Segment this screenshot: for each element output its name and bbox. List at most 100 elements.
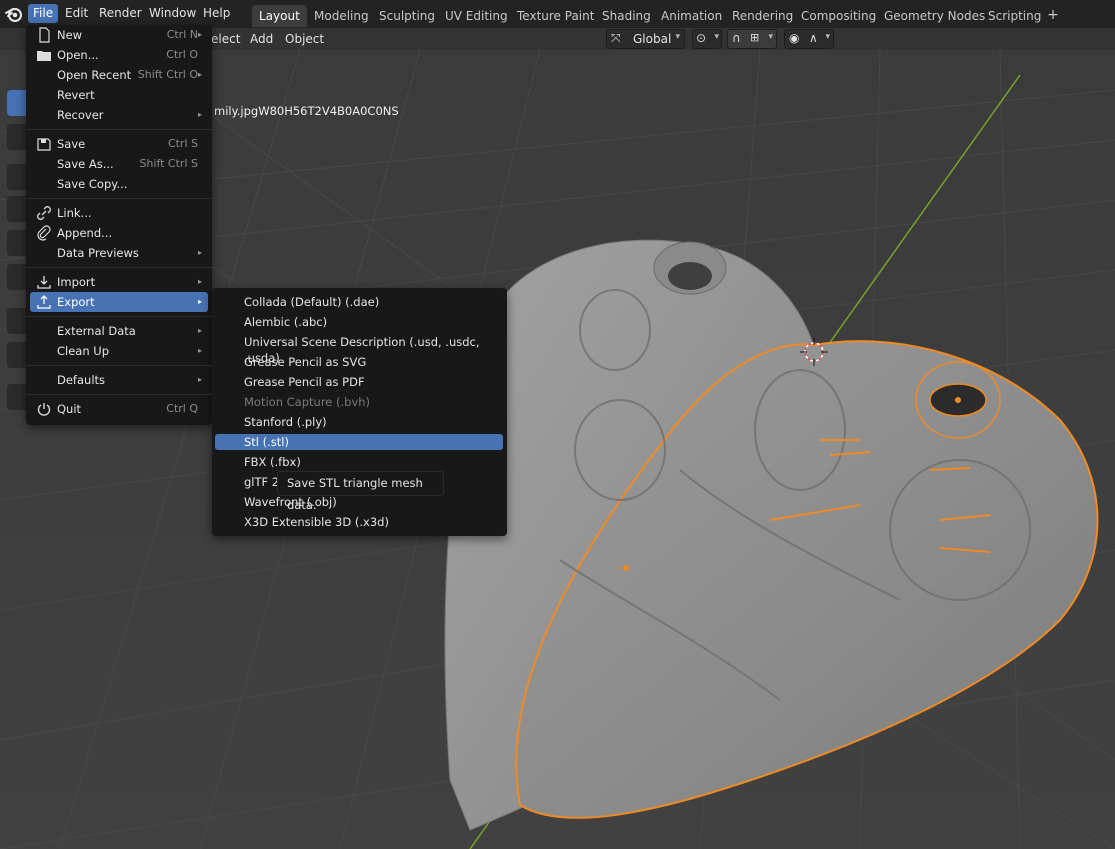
menu-help[interactable]: Help (198, 4, 235, 23)
tab-sculpting[interactable]: Sculpting (372, 5, 442, 27)
add-menu[interactable]: Add (246, 30, 277, 48)
item-label: Quit (57, 402, 82, 416)
tab-modeling[interactable]: Modeling (307, 5, 376, 27)
file-menu-open[interactable]: Open... Ctrl O (30, 45, 208, 65)
menu-file[interactable]: File (28, 4, 59, 23)
file-menu-link[interactable]: Link... (30, 203, 208, 223)
pivot-icon: ⊙ (696, 31, 707, 45)
tab-scripting[interactable]: Scripting (981, 5, 1048, 27)
menu-divider (26, 316, 212, 317)
file-menu-save[interactable]: Save Ctrl S (30, 134, 208, 154)
file-menu: New Ctrl N ▸ Open... Ctrl O Open Recent … (26, 25, 212, 425)
file-menu-open-recent[interactable]: Open Recent Shift Ctrl O ▸ (30, 65, 208, 85)
menu-edit[interactable]: Edit (60, 4, 93, 23)
object-origin-dot (955, 397, 961, 403)
new-file-icon (39, 27, 50, 43)
export-stanford-ply[interactable]: Stanford (.ply) (215, 414, 503, 430)
proportional-edit-toggle[interactable]: ◉ ∧ ▾ (784, 29, 834, 49)
top-bar: File Edit Render Window Help Layout Mode… (0, 0, 1115, 28)
chevron-down-icon: ▾ (714, 32, 719, 42)
file-menu-new[interactable]: New Ctrl N ▸ (30, 25, 208, 45)
chevron-right-icon: ▸ (197, 297, 202, 306)
file-menu-clean-up[interactable]: Clean Up ▸ (30, 341, 208, 361)
file-menu-recover[interactable]: Recover ▸ (30, 105, 208, 125)
orientation-dropdown[interactable]: ⤧ Global ▾ (606, 29, 685, 49)
item-label: Save Copy... (57, 177, 128, 191)
file-menu-defaults[interactable]: Defaults ▸ (30, 370, 208, 390)
file-menu-save-copy[interactable]: Save Copy... (30, 174, 208, 194)
menu-window[interactable]: Window (144, 4, 201, 23)
item-label: Export (57, 295, 95, 309)
file-menu-save-as[interactable]: Save As... Shift Ctrl S (30, 154, 208, 174)
item-label: New (57, 28, 83, 42)
export-icon (37, 295, 51, 309)
tab-compositing[interactable]: Compositing (794, 5, 883, 27)
import-icon (37, 276, 51, 289)
add-workspace-button[interactable]: + (1045, 5, 1061, 25)
item-label: Recover (57, 108, 104, 122)
export-stl[interactable]: Stl (.stl) (215, 434, 503, 450)
tab-texture-paint[interactable]: Texture Paint (510, 5, 601, 27)
snap-increment-icon: ⊞ (750, 31, 760, 44)
export-alembic[interactable]: Alembic (.abc) (215, 314, 503, 330)
save-icon (37, 138, 51, 151)
export-fbx[interactable]: FBX (.fbx) (215, 454, 503, 470)
tab-animation[interactable]: Animation (654, 5, 729, 27)
tab-rendering[interactable]: Rendering (725, 5, 800, 27)
falloff-curve-icon: ∧ (809, 31, 818, 45)
tooltip: Save STL triangle mesh data. (277, 471, 444, 512)
link-icon (37, 206, 51, 220)
menu-divider (26, 394, 212, 395)
blender-logo-icon[interactable] (4, 4, 24, 24)
export-motion-capture[interactable]: Motion Capture (.bvh) (215, 394, 503, 410)
chevron-right-icon: ▸ (197, 70, 202, 79)
item-label: Defaults (57, 373, 106, 387)
shortcut-label: Ctrl Q (166, 402, 198, 415)
file-menu-external-data[interactable]: External Data ▸ (30, 321, 208, 341)
item-label: Import (57, 275, 96, 289)
tab-layout[interactable]: Layout (252, 5, 307, 27)
item-label: Data Previews (57, 246, 139, 260)
tab-uv-editing[interactable]: UV Editing (438, 5, 515, 27)
export-collada[interactable]: Collada (Default) (.dae) (215, 294, 503, 310)
chevron-down-icon: ▾ (675, 32, 680, 42)
pivot-dropdown[interactable]: ⊙ ▾ (692, 29, 722, 49)
item-label: Open Recent (57, 68, 132, 82)
chevron-down-icon: ▾ (825, 32, 830, 42)
export-grease-pencil-svg[interactable]: Grease Pencil as SVG (215, 354, 503, 370)
export-x3d[interactable]: X3D Extensible 3D (.x3d) (215, 514, 503, 530)
viewport-object-name: mily.jpgW80H56T2V4B0A0C0NS (214, 104, 399, 118)
item-label: External Data (57, 324, 136, 338)
item-label: Clean Up (57, 344, 110, 358)
origin-dot-back (623, 565, 629, 571)
folder-icon (37, 51, 51, 61)
shortcut-label: Ctrl S (167, 137, 198, 150)
magnet-icon: ∩ (732, 31, 741, 45)
export-wavefront-obj[interactable]: Wavefront (.obj) (215, 494, 503, 510)
item-label: Open... (57, 48, 99, 62)
item-label: Revert (57, 88, 95, 102)
export-usd[interactable]: Universal Scene Description (.usd, .usdc… (215, 334, 503, 365)
file-menu-revert[interactable]: Revert (30, 85, 208, 105)
chevron-down-icon: ▾ (768, 32, 773, 42)
menu-divider (26, 198, 212, 199)
chevron-right-icon: ▸ (197, 326, 202, 335)
tab-shading[interactable]: Shading (595, 5, 658, 27)
file-menu-quit[interactable]: Quit Ctrl Q (30, 399, 208, 419)
tab-geometry-nodes[interactable]: Geometry Nodes (877, 5, 992, 27)
snap-toggle[interactable]: ∩ ⊞ ▾ (727, 29, 777, 49)
file-menu-import[interactable]: Import ▸ (30, 272, 208, 292)
shortcut-label: Shift Ctrl S (139, 157, 198, 170)
object-menu[interactable]: Object (281, 30, 328, 48)
export-grease-pencil-pdf[interactable]: Grease Pencil as PDF (215, 374, 503, 390)
file-menu-export[interactable]: Export ▸ (30, 292, 208, 312)
orientation-value: Global (633, 32, 672, 46)
file-menu-append[interactable]: Append... (30, 223, 208, 243)
file-menu-data-previews[interactable]: Data Previews ▸ (30, 243, 208, 263)
item-label: Save (57, 137, 86, 151)
select-menu[interactable]: elect (207, 30, 244, 48)
menu-render[interactable]: Render (94, 4, 147, 23)
orientation-axes-icon: ⤧ (611, 31, 621, 45)
power-icon (37, 403, 51, 416)
menu-divider (26, 267, 212, 268)
